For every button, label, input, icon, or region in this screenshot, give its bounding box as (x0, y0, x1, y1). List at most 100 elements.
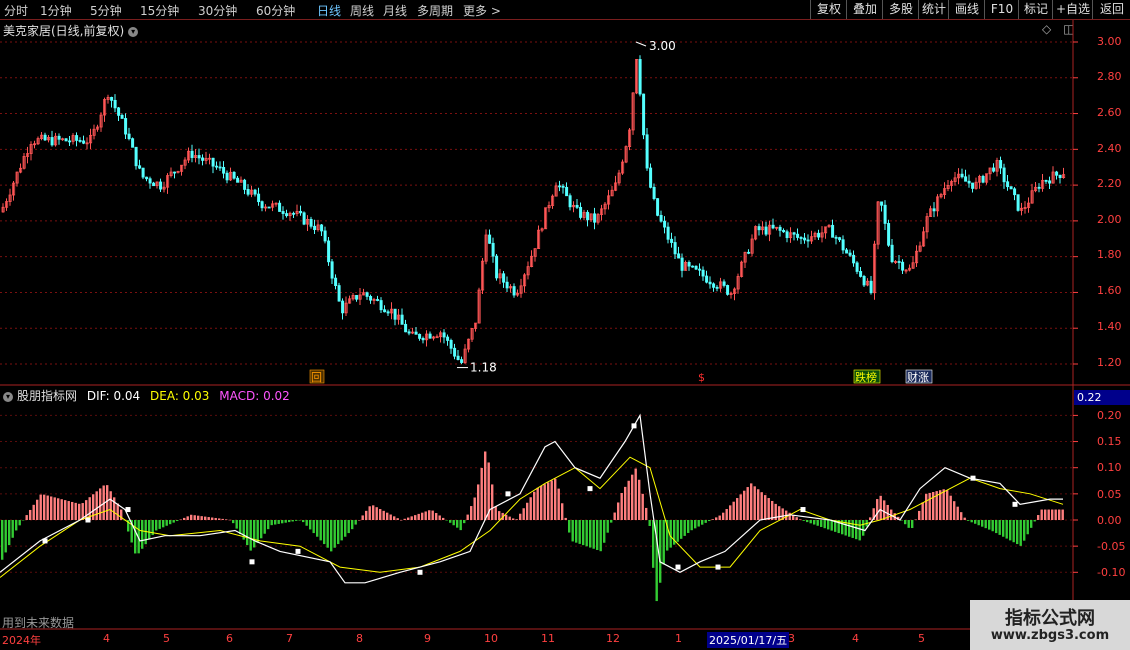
tab-timeshare[interactable]: 分时 (4, 2, 28, 19)
macd-bar (190, 514, 193, 520)
macd-bar (214, 517, 217, 520)
tab-more[interactable]: 更多 > (463, 2, 501, 19)
macd-bar (263, 520, 266, 534)
candle-body (453, 347, 457, 357)
macd-bar (452, 520, 455, 526)
multi-stock-button[interactable]: 多股 (882, 0, 919, 19)
candle-body (512, 286, 516, 296)
candle-body (964, 176, 968, 182)
candle-body (369, 296, 373, 301)
macd-bar (319, 520, 322, 541)
macd-bar (610, 520, 613, 523)
price-tick: 1.60 (1097, 284, 1122, 297)
candle-body (778, 226, 782, 231)
macd-bar (438, 515, 441, 520)
macd-bar (435, 513, 438, 520)
macd-bar (74, 502, 77, 520)
signal-square (42, 538, 48, 544)
candle-body (799, 237, 803, 239)
candle-body (313, 225, 317, 231)
macd-bar (316, 520, 319, 537)
macd-bar (379, 509, 382, 520)
macd-bar (1002, 520, 1005, 537)
candle-body (771, 224, 775, 229)
macd-bar (270, 520, 273, 526)
macd-bar (484, 451, 487, 520)
tab-60min[interactable]: 60分钟 (256, 2, 295, 19)
candle-body (663, 220, 667, 228)
macd-bar (879, 495, 882, 520)
watermark-title: 指标公式网 (1005, 608, 1095, 629)
macd-bar (424, 511, 427, 520)
indicator-tick: -0.10 (1097, 566, 1126, 579)
mark-button[interactable]: 标记 (1018, 0, 1053, 19)
back-button[interactable]: 返回 (1092, 0, 1130, 19)
candle-body (456, 355, 460, 360)
tab-multi-period[interactable]: 多周期 (417, 2, 453, 19)
macd-bar (743, 490, 746, 520)
macd-bar (991, 520, 994, 532)
macd-bar (32, 504, 35, 520)
macd-bar (613, 512, 616, 520)
candle-body (593, 213, 597, 223)
macd-bar (389, 514, 392, 520)
candle-body (1055, 171, 1059, 176)
candle-body (638, 59, 642, 95)
price-tick: 1.40 (1097, 320, 1122, 333)
candle-body (190, 150, 194, 158)
date-label: 5 (918, 632, 925, 645)
stats-button[interactable]: 统计 (918, 0, 949, 19)
macd-bar (36, 499, 39, 520)
candle-body (708, 281, 712, 285)
candle-body (887, 223, 891, 246)
macd-bar (1005, 520, 1008, 539)
candle-body (68, 140, 72, 143)
macd-bar (764, 495, 767, 520)
candle-body (838, 237, 842, 241)
macd-bar (963, 517, 966, 520)
f10-button[interactable]: F10 (984, 0, 1019, 19)
tab-daily[interactable]: 日线 (317, 2, 341, 19)
candle-body (558, 185, 562, 188)
macd-bar (221, 518, 224, 520)
price-chart[interactable]: 3.00 1.18 回 $ 跌榜 财涨 (0, 20, 1130, 386)
macd-bar (11, 520, 14, 538)
macd-bar (869, 517, 872, 520)
macd-bar (953, 501, 956, 520)
macd-bar (694, 520, 697, 529)
macd-bar (228, 519, 231, 521)
fuquan-button[interactable]: 复权 (810, 0, 847, 19)
macd-bar (904, 520, 907, 525)
macd-bar (1019, 520, 1022, 546)
candle-body (124, 118, 128, 135)
macd-bar (204, 516, 207, 520)
tab-30min[interactable]: 30分钟 (198, 2, 237, 19)
tab-monthly[interactable]: 月线 (383, 2, 407, 19)
macd-chart[interactable] (0, 386, 1130, 630)
macd-bar (918, 510, 921, 520)
tab-weekly[interactable]: 周线 (350, 2, 374, 19)
macd-bar (106, 485, 109, 520)
candle-body (1058, 174, 1062, 179)
macd-bar (165, 520, 168, 526)
add-watchlist-button[interactable]: +自选 (1052, 0, 1093, 19)
draw-line-button[interactable]: 画线 (948, 0, 985, 19)
macd-bar (960, 512, 963, 520)
signal-square (249, 559, 255, 565)
macd-bar (802, 520, 805, 521)
candle-body (491, 242, 495, 257)
macd-bar (606, 520, 609, 533)
macd-bar (582, 520, 585, 546)
candle-body (575, 204, 579, 208)
tab-5min[interactable]: 5分钟 (90, 2, 122, 19)
candle-body (383, 309, 387, 313)
tab-15min[interactable]: 15分钟 (140, 2, 179, 19)
candle-body (715, 286, 719, 289)
macd-bar (410, 516, 413, 520)
overlay-button[interactable]: 叠加 (846, 0, 883, 19)
macd-bar (540, 486, 543, 520)
macd-bar (767, 498, 770, 520)
macd-bar (543, 484, 546, 520)
candle-body (803, 237, 807, 241)
tab-1min[interactable]: 1分钟 (40, 2, 72, 19)
